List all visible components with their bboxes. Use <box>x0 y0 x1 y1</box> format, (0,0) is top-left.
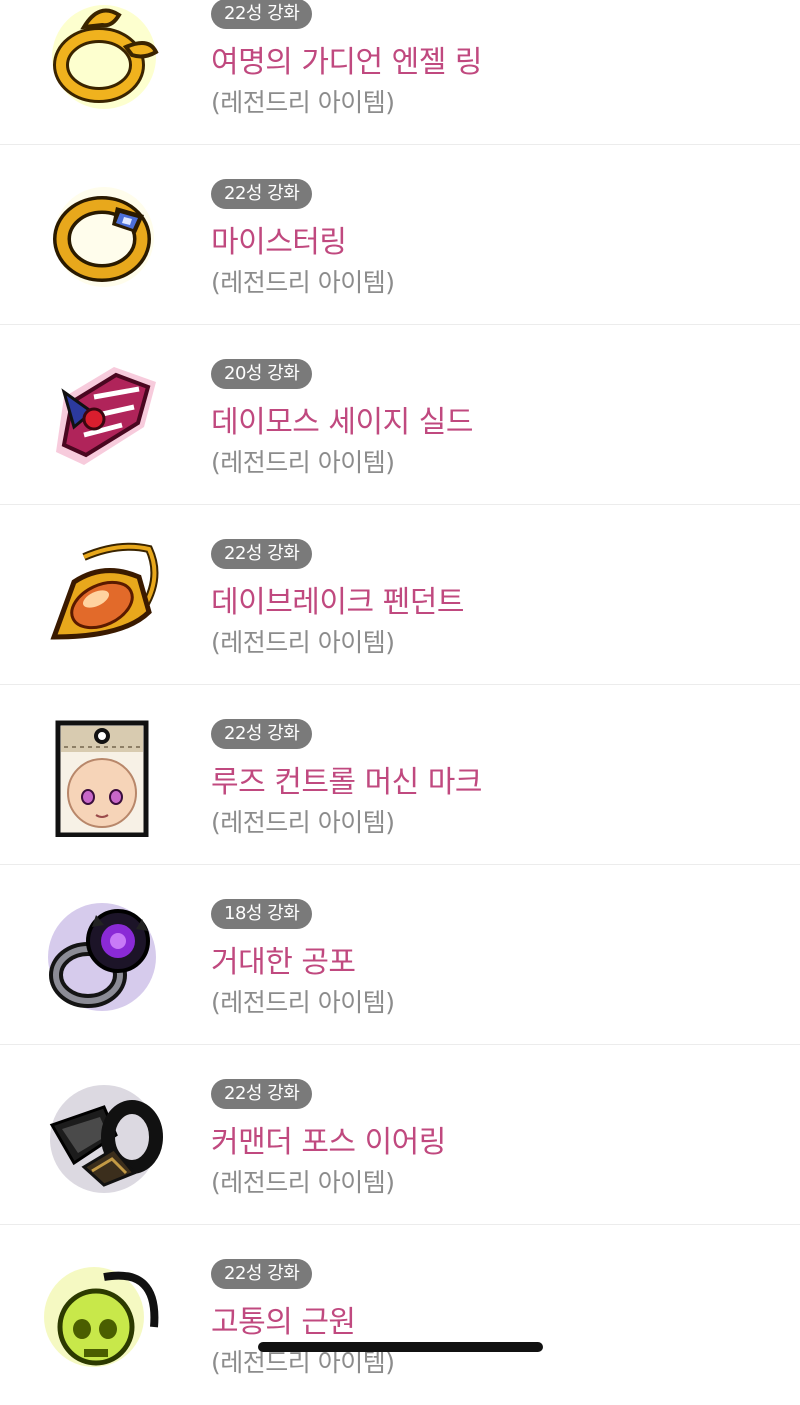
item-name[interactable]: 고통의 근원 <box>211 1297 356 1341</box>
item-grade: (레전드리 아이템) <box>211 988 395 1017</box>
meister-ring-icon <box>44 177 164 297</box>
daybreak-pendant-icon <box>44 537 164 657</box>
item-name[interactable]: 데이모스 세이지 실드 <box>211 397 473 441</box>
item-grade: (레전드리 아이템) <box>211 448 395 477</box>
home-indicator[interactable] <box>258 1342 543 1352</box>
item-name[interactable]: 커맨더 포스 이어링 <box>211 1117 446 1161</box>
item-name[interactable]: 여명의 가디언 엔젤 링 <box>211 37 483 81</box>
item-grade: (레전드리 아이템) <box>211 88 395 117</box>
item-grade: (레전드리 아이템) <box>211 268 395 297</box>
item-name[interactable]: 마이스터링 <box>211 217 347 261</box>
item-name[interactable]: 거대한 공포 <box>211 937 356 981</box>
list-item[interactable]: 22성 강화 여명의 가디언 엔젤 링 (레전드리 아이템) <box>0 0 800 145</box>
enhancement-badge: 22성 강화 <box>211 539 313 569</box>
enhancement-badge: 20성 강화 <box>211 359 313 389</box>
commander-force-earring-icon <box>44 1077 164 1197</box>
list-item[interactable]: 18성 강화 거대한 공포 (레전드리 아이템) <box>0 865 800 1045</box>
list-item[interactable]: 22성 강화 고통의 근원 (레전드리 아이템) <box>0 1225 800 1405</box>
loose-control-machine-mark-icon <box>44 717 164 837</box>
list-item[interactable]: 20성 강화 데이모스 세이지 실드 (레전드리 아이템) <box>0 325 800 505</box>
list-item[interactable]: 22성 강화 데이브레이크 펜던트 (레전드리 아이템) <box>0 505 800 685</box>
enhancement-badge: 22성 강화 <box>211 0 313 29</box>
enhancement-badge: 18성 강화 <box>211 899 313 929</box>
equipment-list: 22성 강화 여명의 가디언 엔젤 링 (레전드리 아이템) 22성 강화 마이… <box>0 0 800 1405</box>
item-name[interactable]: 데이브레이크 펜던트 <box>211 577 464 621</box>
enhancement-badge: 22성 강화 <box>211 179 313 209</box>
enhancement-badge: 22성 강화 <box>211 719 313 749</box>
source-of-suffering-icon <box>44 1257 164 1377</box>
item-grade: (레전드리 아이템) <box>211 628 395 657</box>
list-item[interactable]: 22성 강화 커맨더 포스 이어링 (레전드리 아이템) <box>0 1045 800 1225</box>
list-item[interactable]: 22성 강화 마이스터링 (레전드리 아이템) <box>0 145 800 325</box>
magnificent-fear-icon <box>44 897 164 1017</box>
item-grade: (레전드리 아이템) <box>211 808 395 837</box>
enhancement-badge: 22성 강화 <box>211 1079 313 1109</box>
item-grade: (레전드리 아이템) <box>211 1168 395 1197</box>
item-name[interactable]: 루즈 컨트롤 머신 마크 <box>211 757 483 801</box>
dawn-guardian-angel-ring-icon <box>44 0 164 117</box>
list-item[interactable]: 22성 강화 루즈 컨트롤 머신 마크 (레전드리 아이템) <box>0 685 800 865</box>
deimos-sage-shield-icon <box>44 357 164 477</box>
enhancement-badge: 22성 강화 <box>211 1259 313 1289</box>
